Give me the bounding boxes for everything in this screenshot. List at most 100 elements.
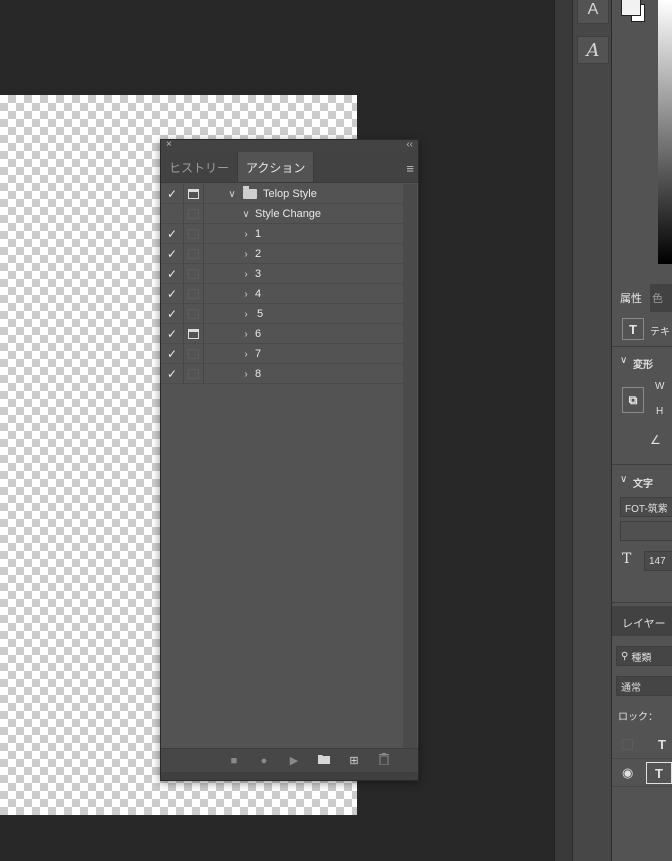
font-style-field[interactable]	[620, 521, 672, 541]
panel-icon-column: A A	[572, 0, 612, 861]
toggle-item-check[interactable]	[161, 204, 184, 224]
dialog-icon	[188, 369, 199, 379]
font-size-field[interactable]: 147	[644, 551, 672, 571]
scrollbar[interactable]	[403, 184, 417, 750]
stop-icon[interactable]: ■	[228, 755, 240, 767]
toggle-dialog[interactable]	[184, 224, 204, 244]
transform-header: 変形	[633, 360, 653, 371]
chevron-right-icon[interactable]: ›	[239, 229, 253, 240]
folder-icon	[243, 186, 257, 199]
tab-actions-label: アクション	[246, 160, 306, 175]
checkmark-icon: ✓	[166, 367, 178, 381]
chevron-down-icon[interactable]: ∨	[620, 355, 627, 366]
chevron-down-icon[interactable]: ∨	[239, 209, 253, 220]
toggle-item-check[interactable]: ✓	[161, 284, 184, 304]
tab-history[interactable]: ヒストリー	[161, 152, 237, 182]
tab-history-label: ヒストリー	[169, 160, 230, 175]
properties-tabs: 属性 色	[612, 284, 672, 312]
chevron-down-icon[interactable]: ∨	[620, 474, 627, 485]
properties-panel: 属性 色 T テキ ∨ 変形 ⧉ W H ∠ ∨ 文字 FOT-筑紫 T 147…	[612, 0, 672, 861]
layers-tab-bar: レイヤー	[612, 606, 672, 636]
toggle-item-check[interactable]: ✓	[161, 224, 184, 244]
row-label: Style Change	[255, 208, 322, 220]
action-set-row[interactable]: ✓ ∨ Telop Style	[161, 184, 403, 204]
blend-mode-select[interactable]: 通常	[616, 676, 672, 696]
row-label: 4	[255, 288, 262, 300]
toggle-item-check[interactable]: ✓	[161, 324, 184, 344]
toggle-item-check[interactable]: ✓	[161, 344, 184, 364]
action-step-row[interactable]: ✓ › 7	[161, 344, 403, 364]
tab-color[interactable]: 色	[650, 284, 665, 312]
chevron-down-icon[interactable]: ∨	[225, 189, 239, 200]
play-icon[interactable]: ▶	[288, 754, 300, 767]
foreground-color-swatch[interactable]	[621, 0, 641, 16]
toggle-dialog[interactable]	[184, 304, 204, 324]
width-label: W	[655, 381, 665, 392]
text-layer-thumb-icon: T	[658, 737, 666, 752]
panel-menu-icon[interactable]: ≡	[406, 161, 414, 176]
layer-row[interactable]: ◉ T	[612, 759, 672, 787]
chevron-right-icon[interactable]: ›	[239, 269, 253, 280]
glyphs-panel-button[interactable]: A	[577, 36, 609, 64]
toggle-item-check[interactable]: ✓	[161, 364, 184, 384]
toggle-dialog[interactable]	[184, 324, 204, 344]
collapse-icon[interactable]: ‹‹	[406, 139, 413, 150]
text-layer-icon: T	[622, 318, 644, 340]
chevron-right-icon[interactable]: ›	[239, 329, 253, 340]
toggle-dialog[interactable]	[184, 204, 204, 224]
chevron-right-icon[interactable]: ›	[239, 349, 253, 360]
font-family-field[interactable]: FOT-筑紫	[620, 497, 672, 517]
new-action-icon[interactable]: ⊞	[348, 754, 360, 767]
action-step-row[interactable]: ✓ › 8	[161, 364, 403, 384]
toggle-dialog[interactable]	[184, 264, 204, 284]
tab-properties[interactable]: 属性	[612, 284, 650, 312]
eye-icon[interactable]: ◉	[622, 765, 633, 781]
toggle-item-check[interactable]: ✓	[161, 264, 184, 284]
font-size-value: 147	[649, 555, 666, 567]
row-label: 3	[255, 268, 262, 280]
action-step-row[interactable]: ✓ › 2	[161, 244, 403, 264]
toggle-item-check[interactable]: ✓	[161, 304, 184, 324]
toggle-dialog[interactable]	[184, 244, 204, 264]
visibility-toggle[interactable]	[622, 739, 633, 750]
height-label: H	[656, 406, 664, 417]
action-row[interactable]: ∨ Style Change	[161, 204, 403, 224]
character-panel-button[interactable]: A	[577, 0, 609, 24]
action-step-row[interactable]: ✓ › 3	[161, 264, 403, 284]
toggle-dialog[interactable]	[184, 344, 204, 364]
layer-filter-field[interactable]: ⚲ 種類	[616, 646, 672, 666]
toggle-item-check[interactable]: ✓	[161, 244, 184, 264]
chevron-right-icon[interactable]: ›	[239, 289, 253, 300]
panel-resize-grip[interactable]	[161, 772, 418, 780]
toggle-dialog[interactable]	[184, 284, 204, 304]
new-set-folder-icon[interactable]	[318, 754, 330, 767]
font-family-value: FOT-筑紫	[625, 503, 668, 515]
tab-layers[interactable]: レイヤー	[622, 615, 666, 631]
chevron-right-icon[interactable]: ›	[239, 309, 253, 320]
layer-row[interactable]: T	[612, 731, 672, 759]
blend-mode-value: 通常	[621, 682, 641, 694]
trash-icon[interactable]	[378, 753, 390, 768]
toggle-item-check[interactable]: ✓	[161, 184, 184, 204]
color-area	[612, 0, 672, 282]
row-label: 2	[255, 248, 262, 260]
toggle-dialog[interactable]	[184, 364, 204, 384]
color-slider[interactable]	[658, 0, 672, 264]
action-step-row[interactable]: ✓ › 4	[161, 284, 403, 304]
link-icon[interactable]: ⧉	[622, 387, 644, 413]
action-step-row[interactable]: ✓ › 1	[161, 224, 403, 244]
checkmark-icon: ✓	[166, 247, 178, 261]
lock-label: ロック：	[618, 712, 658, 723]
record-icon[interactable]: ●	[258, 755, 270, 767]
close-icon[interactable]: ×	[166, 139, 172, 150]
type-tool-icon: A	[587, 1, 599, 18]
action-step-row[interactable]: ✓ › 6	[161, 324, 403, 344]
chevron-right-icon[interactable]: ›	[239, 369, 253, 380]
dialog-icon	[188, 289, 199, 299]
toggle-dialog[interactable]	[184, 184, 204, 204]
chevron-right-icon[interactable]: ›	[239, 249, 253, 260]
panel-footer: ■ ● ▶ ⊞	[161, 748, 418, 772]
checkmark-icon: ✓	[166, 307, 178, 321]
action-step-row[interactable]: ✓ › 5	[161, 304, 403, 324]
tab-actions[interactable]: アクション	[237, 152, 315, 182]
